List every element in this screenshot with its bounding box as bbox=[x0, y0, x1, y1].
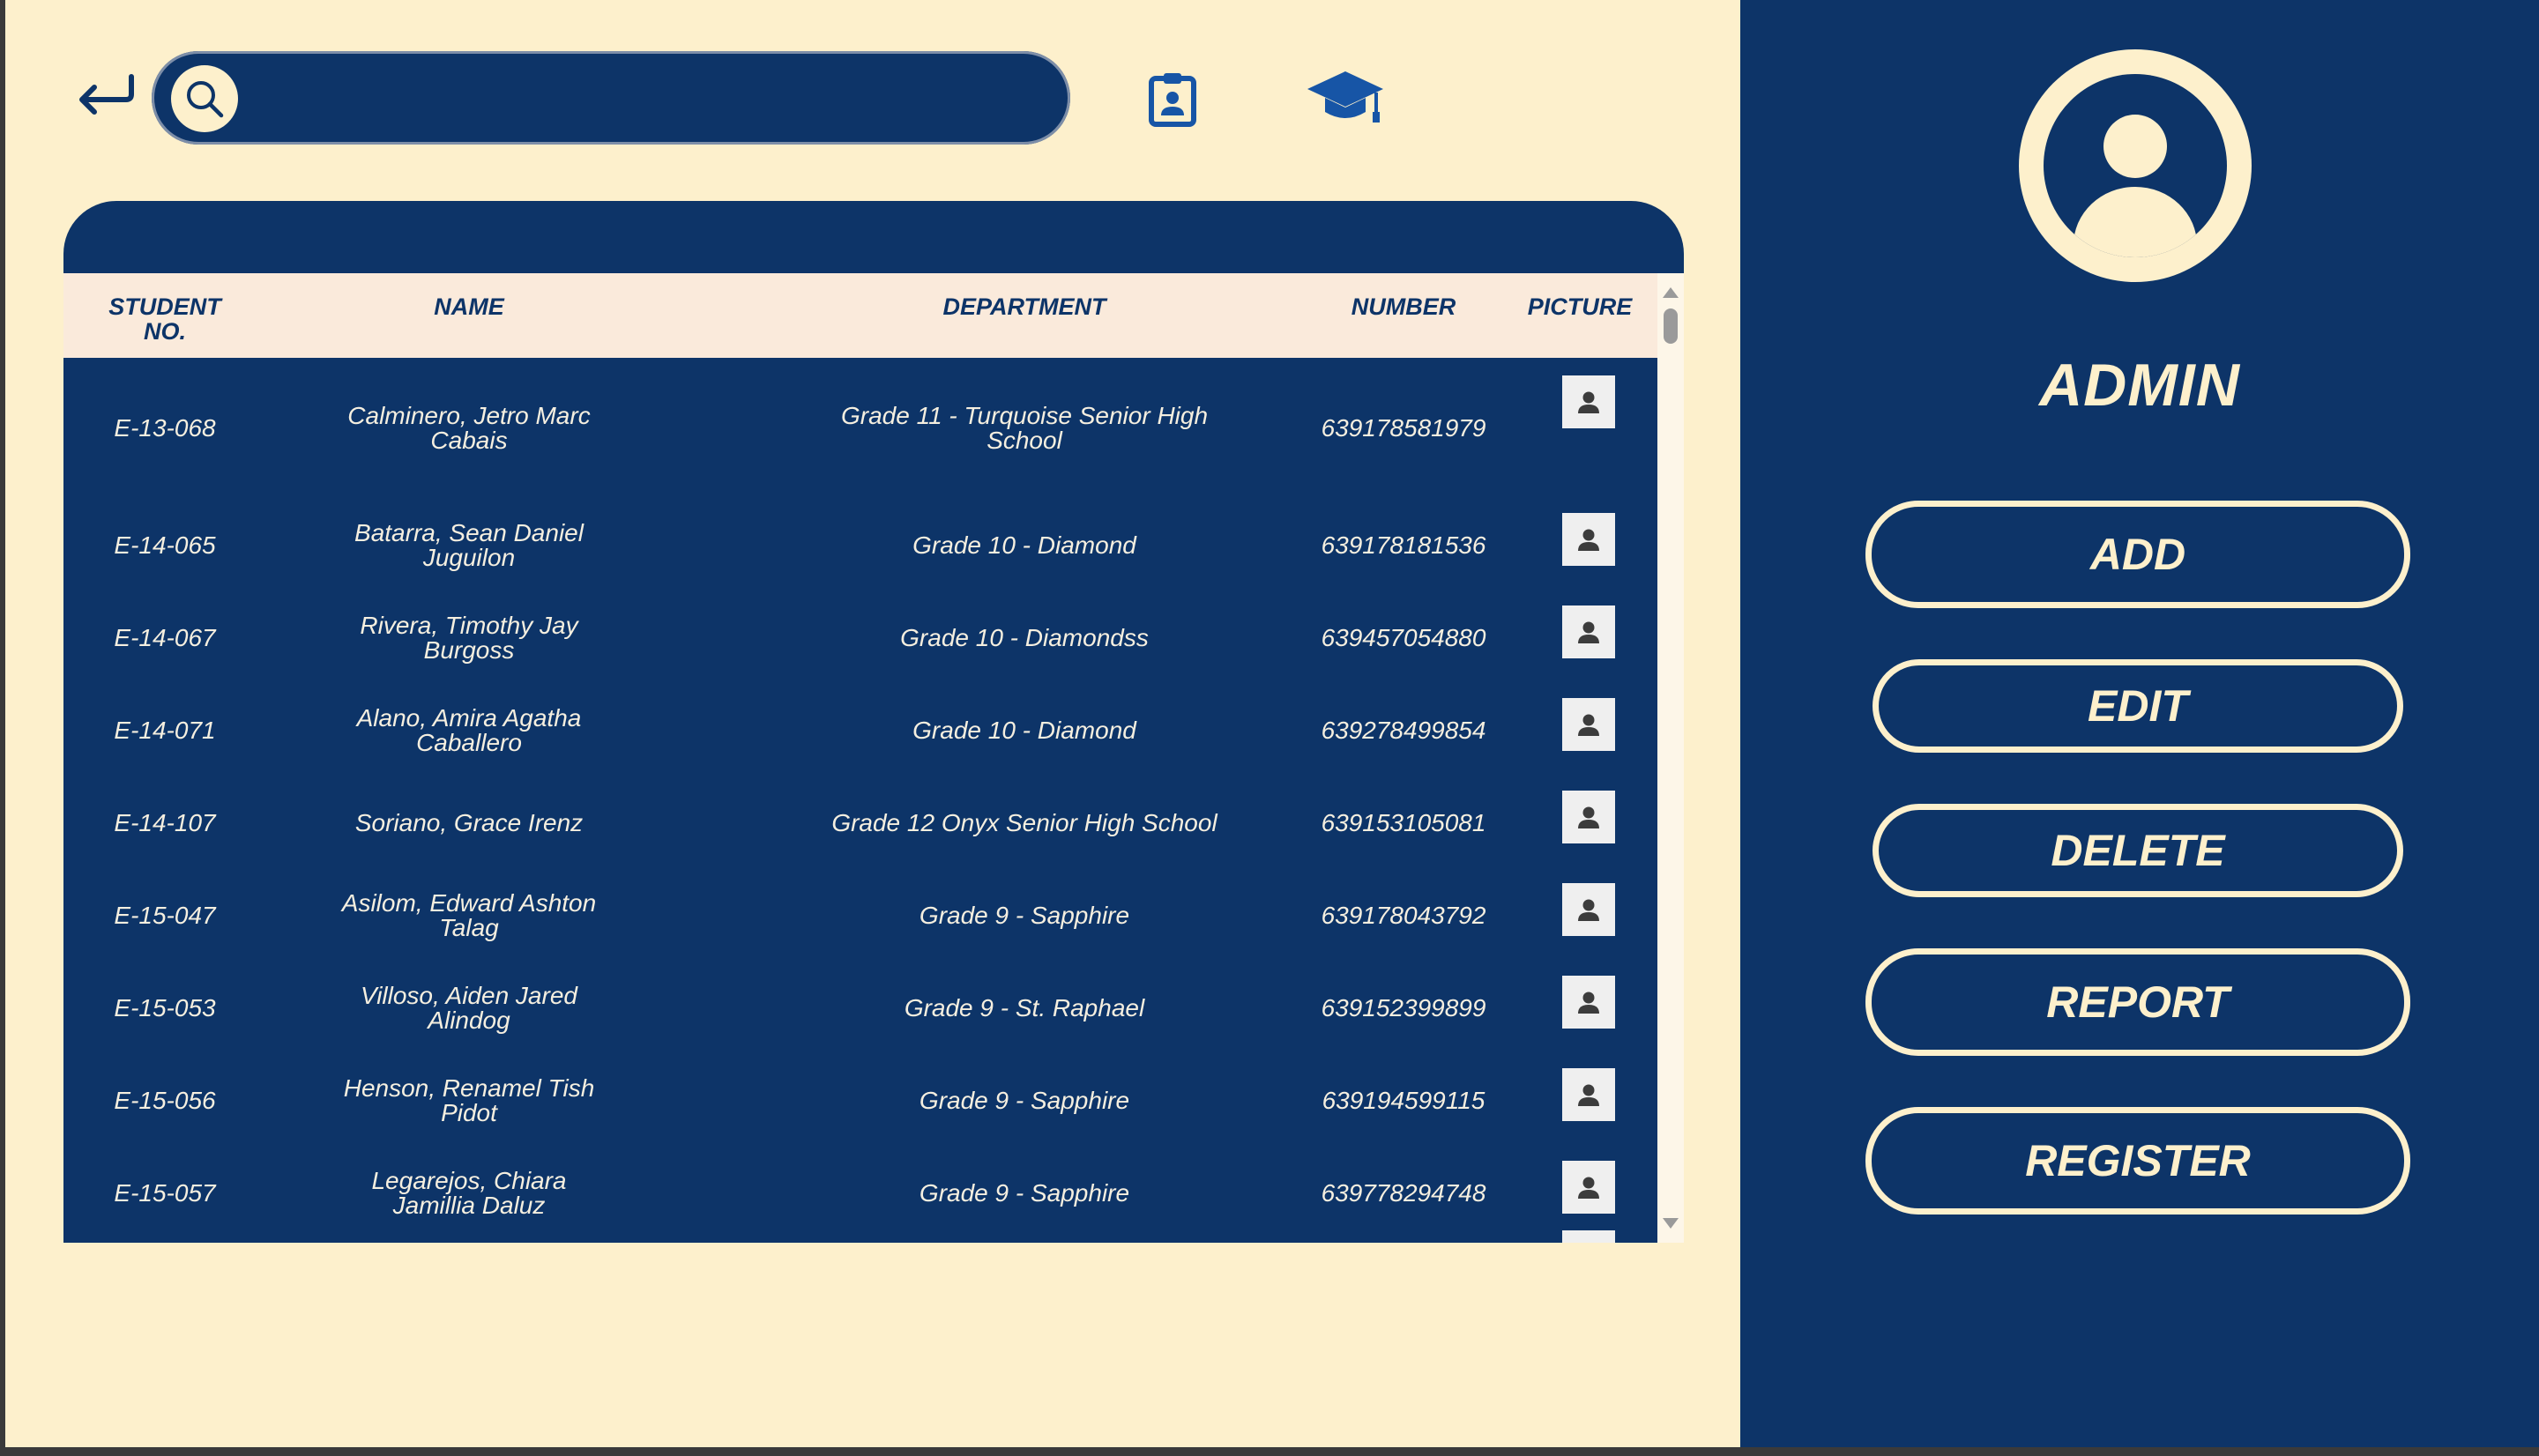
person-icon bbox=[1578, 391, 1599, 413]
table-row[interactable]: E-15-047 Asilom, Edward Ashton Talag Grade… bbox=[63, 869, 1657, 962]
table-row[interactable]: E-14-107 Soriano, Grace Irenz Grade 12 Ony… bbox=[63, 776, 1657, 869]
students-table: STUDENT NO. NAME DEPARTMENT NUMBER PICTU… bbox=[63, 201, 1684, 1243]
cell-name: Asilom, Edward Ashton Talag bbox=[341, 888, 597, 941]
cell-student-no: E-13-068 bbox=[114, 414, 216, 442]
cell-student-no: E-14-067 bbox=[114, 623, 216, 651]
role-title: ADMIN bbox=[2039, 352, 2240, 419]
cell-name: Rivera, Timothy Jay Burgoss bbox=[360, 611, 578, 664]
cell-number: 639457054880 bbox=[1321, 623, 1486, 651]
id-card-icon bbox=[1149, 73, 1196, 127]
search-bar bbox=[152, 51, 1070, 145]
student-records-app: STUDENT NO. NAME DEPARTMENT NUMBER PICTU… bbox=[0, 0, 2539, 1456]
window-frame-left bbox=[0, 0, 5, 1456]
cell-department: Grade 9 - Sapphire bbox=[919, 1178, 1130, 1207]
cell-name: Soriano, Grace Irenz bbox=[354, 808, 584, 836]
cell-student-no: E-14-107 bbox=[114, 808, 216, 836]
back-arrow-icon bbox=[79, 74, 134, 115]
table-top-bar bbox=[63, 201, 1684, 273]
scroll-up-arrow-icon[interactable] bbox=[1663, 287, 1679, 298]
cell-name: Henson, Renamel Tish Pidot bbox=[343, 1073, 595, 1126]
student-picture[interactable] bbox=[1562, 791, 1615, 843]
cell-name: Villoso, Aiden Jared Alindog bbox=[361, 981, 577, 1034]
person-icon bbox=[1578, 806, 1599, 828]
back-button[interactable] bbox=[72, 69, 139, 118]
edit-button[interactable]: EDIT bbox=[1873, 659, 2403, 753]
window-frame-bottom bbox=[0, 1447, 2539, 1456]
student-picture[interactable] bbox=[1562, 883, 1615, 936]
cell-number: 639152399899 bbox=[1321, 993, 1486, 1021]
delete-button[interactable]: DELETE bbox=[1873, 804, 2403, 897]
column-header-number[interactable]: NUMBER bbox=[1315, 273, 1492, 358]
cell-department: Grade 9 - Sapphire bbox=[919, 1086, 1130, 1114]
cell-number: 639194599115 bbox=[1322, 1086, 1485, 1114]
graduation-cap-icon bbox=[1307, 71, 1383, 123]
person-icon bbox=[1578, 1084, 1599, 1106]
search-icon bbox=[187, 81, 224, 118]
cell-number: 639778294748 bbox=[1321, 1178, 1486, 1207]
column-header-department[interactable]: DEPARTMENT bbox=[822, 273, 1227, 358]
add-button[interactable]: ADD bbox=[1865, 501, 2410, 608]
person-icon bbox=[1578, 621, 1599, 643]
cell-number: 639178043792 bbox=[1321, 901, 1486, 929]
cell-student-no: E-14-065 bbox=[114, 531, 216, 559]
student-id-button[interactable] bbox=[1143, 67, 1202, 130]
student-picture[interactable] bbox=[1562, 1068, 1615, 1121]
graduation-button[interactable] bbox=[1305, 65, 1386, 132]
column-header-student-no[interactable]: STUDENT NO. bbox=[90, 273, 240, 358]
cell-department: Grade 10 - Diamond bbox=[912, 716, 1136, 744]
table-scrollbar[interactable] bbox=[1657, 273, 1684, 1243]
student-picture[interactable] bbox=[1562, 1161, 1615, 1214]
cell-student-no: E-15-047 bbox=[114, 901, 216, 929]
table-row[interactable]: E-15-057 Legarejos, Chiara Jamillia Daluz… bbox=[63, 1147, 1657, 1239]
student-picture[interactable] bbox=[1562, 1230, 1615, 1243]
cell-name: Legarejos, Chiara Jamillia Daluz bbox=[371, 1166, 567, 1219]
cell-student-no: E-15-056 bbox=[114, 1086, 216, 1114]
person-icon bbox=[1578, 1177, 1599, 1199]
user-avatar-icon bbox=[2044, 74, 2227, 257]
table-row[interactable]: E-14-071 Alano, Amira Agatha Caballero Gra… bbox=[63, 684, 1657, 776]
cell-student-no: E-15-057 bbox=[114, 1178, 216, 1207]
person-icon bbox=[1578, 529, 1599, 551]
cell-number: 639178581979 bbox=[1321, 414, 1486, 442]
scroll-thumb[interactable] bbox=[1664, 308, 1678, 344]
cell-department: Grade 9 - St. Raphael bbox=[904, 993, 1145, 1021]
cell-name: Calminero, Jetro Marc Cabais bbox=[347, 402, 591, 454]
cell-department: Grade 10 - Diamondss bbox=[900, 623, 1149, 651]
cell-name: Batarra, Sean Daniel Juguilon bbox=[354, 518, 584, 571]
cell-number: 639178181536 bbox=[1321, 531, 1486, 559]
table-row[interactable]: E-15-053 Villoso, Aiden Jared Alindog Grad… bbox=[63, 962, 1657, 1054]
table-row[interactable]: E-13-068 Calminero, Jetro Marc Cabais Grad… bbox=[63, 375, 1657, 481]
cell-department: Grade 10 - Diamond bbox=[912, 531, 1136, 559]
cell-number: 639153105081 bbox=[1321, 808, 1486, 836]
search-input[interactable] bbox=[257, 67, 1037, 130]
student-picture[interactable] bbox=[1562, 605, 1615, 658]
search-button[interactable] bbox=[171, 65, 238, 132]
cell-student-no: E-15-053 bbox=[114, 993, 216, 1021]
student-picture[interactable] bbox=[1562, 698, 1615, 751]
cell-department: Grade 11 - Turquoise Senior High School bbox=[840, 402, 1209, 454]
student-picture[interactable] bbox=[1562, 513, 1615, 566]
admin-avatar bbox=[2019, 49, 2252, 282]
cell-department: Grade 12 Onyx Senior High School bbox=[831, 808, 1217, 836]
person-icon bbox=[1578, 992, 1599, 1014]
table-row[interactable]: E-15-056 Henson, Renamel Tish Pidot Grade … bbox=[63, 1054, 1657, 1147]
person-icon bbox=[1578, 714, 1599, 736]
register-button[interactable]: REGISTER bbox=[1865, 1107, 2410, 1215]
table-row[interactable]: E-14-065 Batarra, Sean Daniel Juguilon Gra… bbox=[63, 499, 1657, 591]
admin-sidebar: ADMIN ADD EDIT DELETE REPORT REGISTER bbox=[1740, 0, 2539, 1447]
column-header-picture[interactable]: PICTURE bbox=[1509, 273, 1650, 358]
cell-department: Grade 9 - Sapphire bbox=[919, 901, 1130, 929]
column-header-name[interactable]: NAME bbox=[328, 273, 610, 358]
student-picture[interactable] bbox=[1562, 375, 1615, 428]
cell-student-no: E-14-071 bbox=[114, 716, 216, 744]
cell-number: 639278499854 bbox=[1321, 716, 1486, 744]
student-picture[interactable] bbox=[1562, 976, 1615, 1029]
cell-name: Alano, Amira Agatha Caballero bbox=[356, 703, 582, 756]
scroll-down-arrow-icon[interactable] bbox=[1663, 1218, 1679, 1229]
table-body: E-13-068 Calminero, Jetro Marc Cabais Grad… bbox=[63, 358, 1657, 1243]
report-button[interactable]: REPORT bbox=[1865, 948, 2410, 1056]
person-icon bbox=[1578, 899, 1599, 921]
table-header: STUDENT NO. NAME DEPARTMENT NUMBER PICTU… bbox=[63, 273, 1657, 358]
table-row[interactable]: E-14-067 Rivera, Timothy Jay Burgoss Grade… bbox=[63, 591, 1657, 684]
